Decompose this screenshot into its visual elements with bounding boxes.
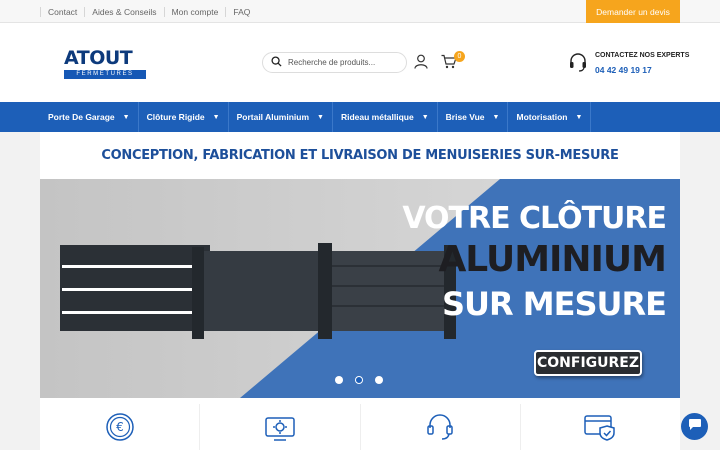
logo-subtitle: FERMETURES [64, 70, 146, 79]
user-icon[interactable] [414, 54, 428, 74]
logo[interactable]: ATOUT FERMETURES [64, 49, 146, 79]
feature-row: € [40, 404, 680, 450]
feature-item [521, 404, 680, 450]
carousel-dot-2[interactable] [355, 376, 363, 384]
page-headline: CONCEPTION, FABRICATION ET LIVRAISON DE … [101, 148, 619, 163]
expert-contact-label: CONTACTEZ NOS EXPERTS [595, 52, 690, 59]
search-input[interactable] [288, 58, 398, 67]
chat-button[interactable] [681, 413, 708, 440]
nav-item-metal-shutter[interactable]: Rideau métallique ▼ [333, 102, 438, 132]
top-link-faq[interactable]: FAQ [225, 6, 257, 17]
svg-text:€: € [116, 420, 124, 434]
banner-line-3: SUR MESURE [441, 285, 667, 323]
logo-wordmark: ATOUT [64, 47, 133, 69]
search-icon[interactable] [271, 54, 282, 72]
configure-button[interactable]: CONFIGUREZ [534, 350, 642, 376]
top-links: Contact Aides & Conseils Mon compte FAQ [40, 0, 257, 23]
request-quote-button[interactable]: Demander un devis [586, 0, 680, 23]
feature-item [200, 404, 361, 450]
main-nav: Porte De Garage ▼ Clôture Rigide ▼ Portail… [0, 102, 720, 132]
chevron-down-icon: ▼ [122, 113, 130, 121]
hero-banner[interactable]: VOTRE CLÔTURE ALUMINIUM SUR MESURE CONFI… [40, 179, 680, 398]
top-link-account[interactable]: Mon compte [163, 6, 226, 17]
expert-phone[interactable]: 04 42 49 19 17 [595, 65, 652, 75]
carousel-dot-1[interactable] [335, 376, 343, 384]
search-bar[interactable] [262, 52, 407, 73]
nav-item-motorisation[interactable]: Motorisation ▼ [508, 102, 592, 132]
headset-icon [568, 52, 588, 77]
headset-icon [425, 412, 455, 450]
banner-line-2: ALUMINIUM [438, 239, 667, 280]
settings-monitor-icon [264, 412, 296, 450]
chevron-down-icon: ▼ [492, 113, 500, 121]
chevron-down-icon: ▼ [421, 113, 429, 121]
chevron-down-icon: ▼ [317, 113, 324, 121]
top-link-contact[interactable]: Contact [40, 6, 84, 17]
chat-bubble-icon [688, 418, 702, 436]
carousel-dots [335, 376, 383, 384]
euro-icon: € [105, 412, 135, 450]
cart-count-badge: 0 [454, 51, 465, 62]
top-bar: Contact Aides & Conseils Mon compte FAQ … [0, 0, 720, 23]
carousel-dot-3[interactable] [375, 376, 383, 384]
nav-item-rigid-fence[interactable]: Clôture Rigide ▼ [139, 102, 229, 132]
chevron-down-icon: ▼ [575, 113, 583, 121]
main-content: CONCEPTION, FABRICATION ET LIVRAISON DE … [40, 132, 680, 450]
feature-item: € [40, 404, 201, 450]
top-link-help[interactable]: Aides & Conseils [84, 6, 163, 17]
chevron-down-icon: ▼ [212, 113, 220, 121]
card-shield-icon [583, 412, 617, 450]
header: ATOUT FERMETURES 0 CONTACTEZ NOS EXPERTS… [0, 23, 720, 102]
nav-item-garage-door[interactable]: Porte De Garage ▼ [40, 102, 139, 132]
banner-line-1: VOTRE CLÔTURE [402, 201, 667, 236]
feature-item [361, 404, 521, 450]
nav-item-privacy-screen[interactable]: Brise Vue ▼ [438, 102, 509, 132]
nav-item-aluminium-gate[interactable]: Portail Aluminium ▼ [229, 102, 333, 132]
